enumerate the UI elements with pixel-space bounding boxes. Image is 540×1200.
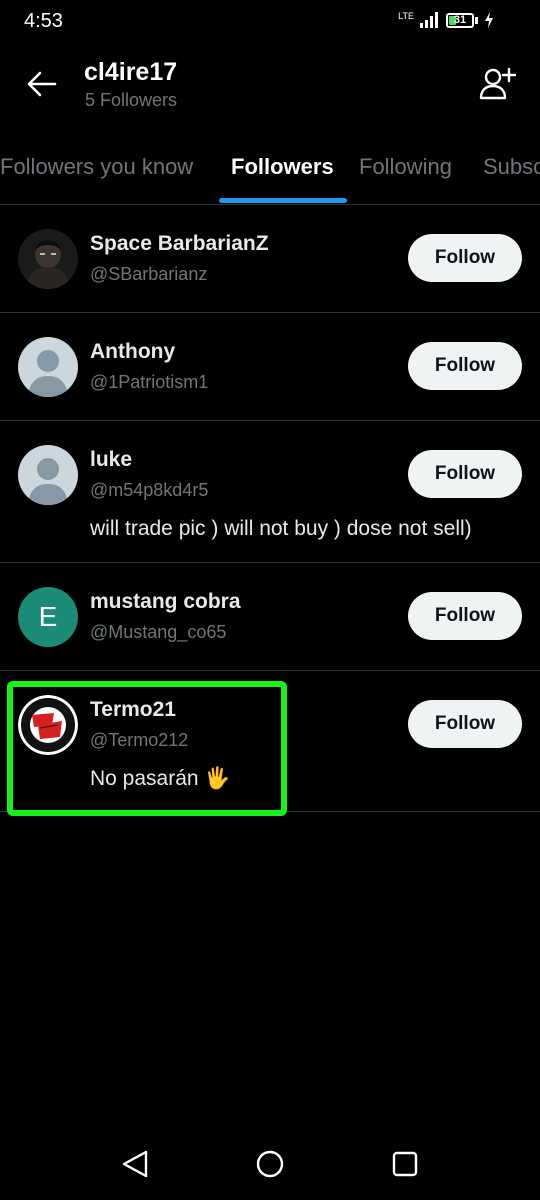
follower-handle: @Termo212 xyxy=(90,730,189,750)
follower-name[interactable]: Anthony xyxy=(90,340,175,364)
system-nav-bar xyxy=(0,1128,540,1200)
antifa-logo-icon xyxy=(18,695,78,755)
follow-button[interactable]: Follow xyxy=(408,342,522,390)
nav-back-button[interactable] xyxy=(117,1146,153,1182)
list-item[interactable]: E mustang cobra @Mustang_co65 Follow xyxy=(0,563,540,671)
back-button[interactable] xyxy=(24,66,60,102)
status-bar: 4:53 LTE 31 xyxy=(0,0,540,46)
tab-bar: Followers you know Followers Following S… xyxy=(0,140,540,205)
arrow-left-icon xyxy=(27,71,57,97)
tab-followers-you-know[interactable]: Followers you know xyxy=(0,154,193,180)
nav-recents-button[interactable] xyxy=(387,1146,423,1182)
signal-icon xyxy=(420,12,438,28)
follow-button[interactable]: Follow xyxy=(408,234,522,282)
circle-home-icon xyxy=(256,1150,284,1178)
add-user-button[interactable] xyxy=(478,66,518,102)
page-title: cl4ire17 xyxy=(84,58,178,86)
follower-name[interactable]: mustang cobra xyxy=(90,590,241,614)
follower-handle: @Mustang_co65 xyxy=(90,622,227,642)
follower-count: 5 Followers xyxy=(85,90,178,110)
follower-list: Space BarbarianZ @SBarbarianz Follow Ant… xyxy=(0,205,540,812)
follower-handle: @1Patriotism1 xyxy=(90,372,209,392)
list-item[interactable]: Anthony @1Patriotism1 Follow xyxy=(0,313,540,421)
follower-name[interactable]: luke xyxy=(90,448,132,472)
active-tab-indicator xyxy=(219,198,347,203)
status-icons: LTE 31 xyxy=(398,10,494,28)
battery-icon: 31 xyxy=(446,12,474,28)
follow-button[interactable]: Follow xyxy=(408,450,522,498)
charging-icon xyxy=(485,12,493,28)
follower-bio: No pasarán 🖐 xyxy=(90,767,231,790)
tab-following[interactable]: Following xyxy=(359,154,452,180)
follow-button[interactable]: Follow xyxy=(408,700,522,748)
avatar[interactable]: E xyxy=(18,587,78,647)
follower-name[interactable]: Space BarbarianZ xyxy=(90,232,269,256)
square-recents-icon xyxy=(392,1151,418,1177)
status-time: 4:53 xyxy=(24,10,63,32)
profile-photo xyxy=(18,229,78,289)
avatar[interactable] xyxy=(18,695,78,755)
list-item[interactable]: Termo21 @Termo212 No pasarán 🖐 Follow xyxy=(0,671,540,812)
follow-button[interactable]: Follow xyxy=(408,592,522,640)
tab-subscriptions[interactable]: Subscriptions xyxy=(483,154,540,180)
default-avatar-icon xyxy=(18,337,78,397)
network-label: LTE xyxy=(398,10,414,21)
nav-home-button[interactable] xyxy=(252,1146,288,1182)
avatar[interactable] xyxy=(18,445,78,505)
battery-nub xyxy=(475,16,478,24)
follower-bio: will trade pic ) will not buy ) dose not… xyxy=(90,517,472,540)
add-user-icon xyxy=(479,67,517,100)
list-item[interactable]: luke @m54p8kd4r5 will trade pic ) will n… xyxy=(0,421,540,563)
header: cl4ire17 5 Followers xyxy=(0,46,540,132)
triangle-back-icon xyxy=(122,1150,148,1178)
battery-level: 31 xyxy=(453,14,467,26)
default-avatar-icon xyxy=(18,445,78,505)
avatar[interactable] xyxy=(18,229,78,289)
follower-handle: @SBarbarianz xyxy=(90,264,208,284)
avatar-letter: E xyxy=(18,587,78,647)
list-item[interactable]: Space BarbarianZ @SBarbarianz Follow xyxy=(0,205,540,313)
follower-name[interactable]: Termo21 xyxy=(90,698,176,722)
tab-followers[interactable]: Followers xyxy=(231,154,334,180)
avatar[interactable] xyxy=(18,337,78,397)
follower-handle: @m54p8kd4r5 xyxy=(90,480,209,500)
